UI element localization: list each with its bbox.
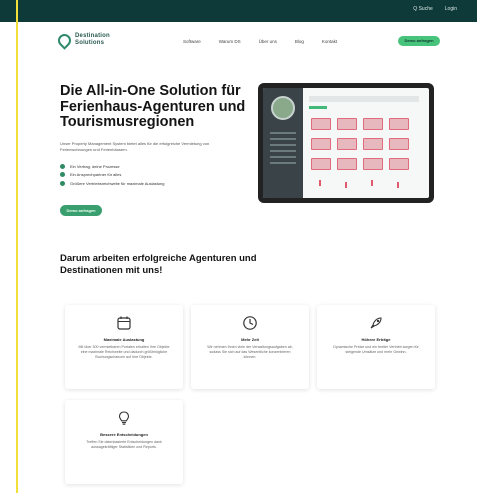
feature-card-more-time: Mehr Zeit Wir nehmen Ihnen viele der Ver…	[191, 305, 309, 389]
booking-card	[389, 158, 409, 170]
booking-card	[363, 118, 383, 130]
booking-marker	[345, 182, 347, 188]
calendar-icon	[116, 315, 132, 331]
logo-text-line1: Destination	[75, 33, 110, 39]
bullet-item: Ein Vertrag, deine Prozesse	[60, 162, 164, 171]
nav-link-software[interactable]: Software	[183, 39, 201, 44]
booking-marker	[371, 180, 373, 186]
nav-link-contact[interactable]: Kontakt	[322, 39, 337, 44]
feature-title: Bessere Entscheidungen	[100, 432, 148, 437]
hero-demo-button[interactable]: Demo anfragen	[60, 205, 102, 216]
feature-card-better-decisions: Bessere Entscheidungen Treffen Sie daten…	[65, 400, 183, 484]
location-pin-icon	[55, 30, 74, 50]
top-link-login[interactable]: Login	[445, 6, 457, 12]
lightbulb-icon	[116, 410, 132, 426]
feature-text: Dynamische Preise und ein breiter Vertri…	[333, 345, 419, 354]
tablet-mockup-image	[258, 83, 434, 203]
booking-marker	[319, 180, 321, 186]
feature-text: Wir nehmen Ihnen viele der Verwaltungsau…	[207, 345, 293, 359]
check-icon	[60, 163, 65, 169]
booking-card	[389, 118, 409, 130]
nav-link-blog[interactable]: Blog	[295, 39, 304, 44]
booking-card	[337, 138, 357, 150]
nav-link-why[interactable]: Warum DS	[219, 39, 241, 44]
check-icon	[60, 180, 65, 186]
booking-card	[311, 158, 331, 170]
dashboard-screenshot	[263, 88, 429, 198]
booking-card	[311, 118, 331, 130]
logo-text-line2: Solutions	[75, 40, 105, 46]
bullet-item: Größere Vertriebsreichweite für maximale…	[60, 179, 164, 188]
booking-card	[363, 138, 383, 150]
hero-subtitle: Unser Property Management System bietet …	[60, 141, 210, 152]
menu-line	[270, 144, 296, 146]
booking-marker	[397, 182, 399, 188]
booking-card	[337, 118, 357, 130]
feature-text: Treffen Sie datenbasierte Entscheidungen…	[86, 440, 162, 449]
feature-title: Höhere Erträge	[361, 337, 391, 342]
nav-links: Software Warum DS Über uns Blog Kontakt	[183, 39, 337, 44]
hero-bullets: Ein Vertrag, deine Prozesse Ein Ansprech…	[60, 162, 164, 188]
hero-title: Die All-in-One Solution für Ferienhaus-A…	[60, 83, 246, 130]
check-icon	[60, 172, 65, 178]
menu-line	[270, 162, 296, 164]
feature-title: Maximale Auslastung	[103, 337, 145, 342]
main-navbar: Destination Solutions Software Warum DS …	[18, 22, 477, 62]
section-title: Darum arbeiten erfolgreiche Agenturen un…	[60, 253, 257, 276]
menu-line	[270, 132, 296, 134]
logo[interactable]: Destination Solutions	[55, 30, 110, 50]
left-edge-marker	[16, 0, 18, 493]
rocket-icon	[368, 315, 384, 331]
nav-demo-button[interactable]: Demo anfragen	[398, 36, 440, 46]
feature-text: Mit über 300 vermietbaren Portalen erhal…	[78, 345, 170, 359]
menu-line	[270, 138, 296, 140]
menu-line	[270, 150, 296, 152]
feature-title: Mehr Zeit	[241, 337, 259, 342]
dashboard-accent	[309, 106, 327, 109]
top-utility-bar: Q Suche Login	[0, 0, 477, 22]
feature-card-higher-revenue: Höhere Erträge Dynamische Preise und ein…	[317, 305, 435, 389]
booking-card	[311, 138, 331, 150]
booking-card	[363, 158, 383, 170]
booking-card	[337, 158, 357, 170]
bullet-item: Ein Ansprechpartner für alles	[60, 171, 164, 180]
feature-card-max-utilization: Maximale Auslastung Mit über 300 vermiet…	[65, 305, 183, 389]
top-link-search[interactable]: Q Suche	[413, 6, 432, 12]
menu-line	[270, 156, 296, 158]
booking-card	[389, 138, 409, 150]
clock-icon	[242, 315, 258, 331]
dashboard-header	[309, 96, 419, 102]
nav-link-about[interactable]: Über uns	[259, 39, 277, 44]
avatar	[271, 96, 295, 120]
